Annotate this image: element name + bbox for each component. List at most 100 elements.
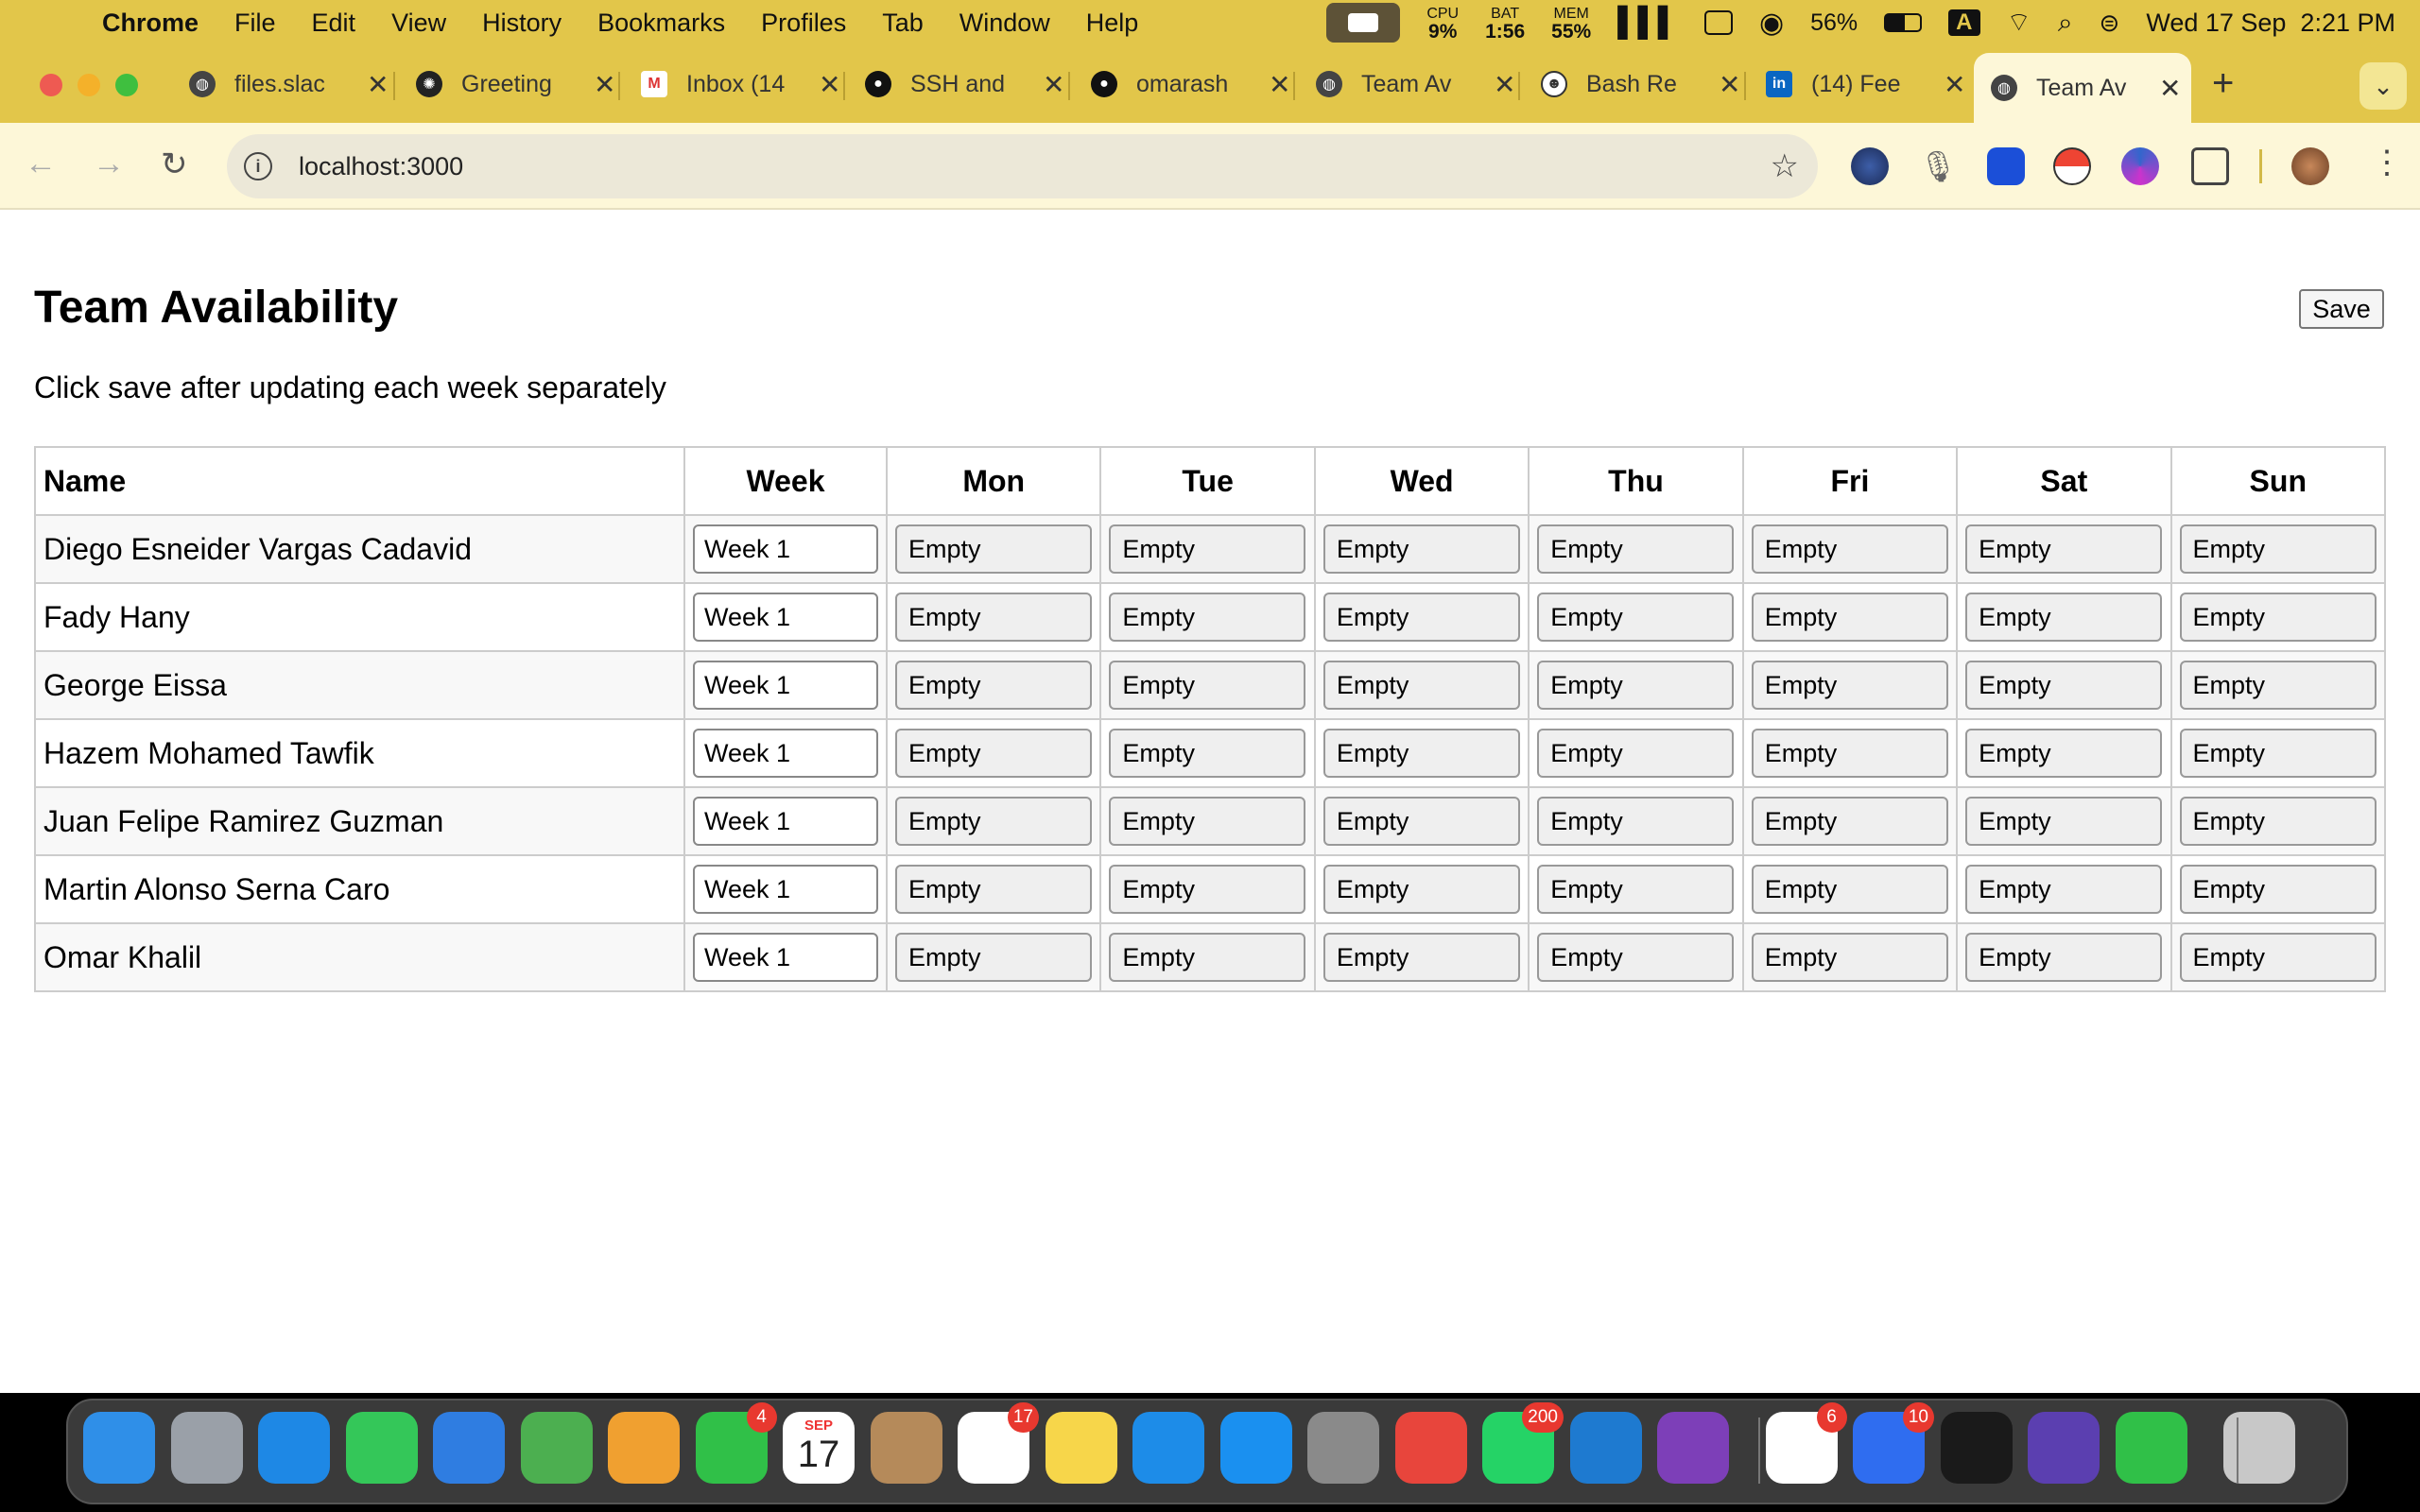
thu-availability-button[interactable]: Empty	[1537, 661, 1735, 710]
memory-stat[interactable]: MEM 55%	[1551, 5, 1591, 42]
thu-availability-button[interactable]: Empty	[1537, 729, 1735, 778]
tue-availability-button[interactable]: Empty	[1109, 933, 1306, 982]
week-input[interactable]	[693, 933, 878, 982]
url-text[interactable]: localhost:3000	[299, 152, 463, 181]
tue-availability-button[interactable]: Empty	[1109, 865, 1306, 914]
sun-availability-button[interactable]: Empty	[2179, 797, 2377, 846]
profile-avatar[interactable]	[2291, 147, 2329, 185]
menu-help[interactable]: Help	[1086, 9, 1139, 38]
fri-availability-button[interactable]: Empty	[1751, 524, 1948, 574]
chrome-menu-icon[interactable]: ⋮	[2371, 144, 2403, 181]
mail-dock-icon[interactable]	[433, 1412, 505, 1484]
mon-availability-button[interactable]: Empty	[895, 865, 1092, 914]
terminal-dock-icon[interactable]	[1940, 1412, 2013, 1484]
tue-availability-button[interactable]: Empty	[1109, 661, 1306, 710]
wed-availability-button[interactable]: Empty	[1322, 661, 1520, 710]
thu-availability-button[interactable]: Empty	[1537, 797, 1735, 846]
wed-availability-button[interactable]: Empty	[1322, 524, 1520, 574]
battery-percent[interactable]: 56%	[1810, 9, 1858, 37]
back-icon[interactable]: ←	[25, 146, 57, 182]
thu-availability-button[interactable]: Empty	[1537, 933, 1735, 982]
battery-time-stat[interactable]: BAT 1:56	[1485, 5, 1525, 42]
camera-indicator-icon[interactable]	[1326, 3, 1401, 43]
tab-team-availability-1[interactable]: ◍ Team Av ✕	[1316, 53, 1515, 115]
cpu-stat[interactable]: CPU 9%	[1426, 5, 1459, 42]
menu-bookmarks[interactable]: Bookmarks	[597, 9, 725, 38]
menu-file[interactable]: File	[234, 9, 276, 38]
control-center-icon[interactable]: ⊜	[2100, 9, 2120, 38]
fri-availability-button[interactable]: Empty	[1751, 729, 1948, 778]
messages-dock-icon[interactable]	[345, 1412, 418, 1484]
trash-dock-icon[interactable]	[2223, 1412, 2295, 1484]
menu-edit[interactable]: Edit	[312, 9, 356, 38]
menu-history[interactable]: History	[482, 9, 562, 38]
calendar-dock-icon[interactable]: SEP 17	[783, 1412, 855, 1484]
display-icon[interactable]	[1703, 10, 1733, 35]
close-tab-icon[interactable]: ✕	[1043, 69, 1064, 100]
wed-availability-button[interactable]: Empty	[1322, 797, 1520, 846]
close-tab-icon[interactable]: ✕	[367, 69, 389, 100]
battery-icon[interactable]	[1884, 13, 1923, 32]
sat-availability-button[interactable]: Empty	[1965, 933, 2163, 982]
menu-view[interactable]: View	[391, 9, 446, 38]
safari-dock-icon[interactable]	[258, 1412, 330, 1484]
wed-availability-button[interactable]: Empty	[1322, 729, 1520, 778]
extension-pokeball-icon[interactable]	[2053, 147, 2091, 185]
mon-availability-button[interactable]: Empty	[895, 933, 1092, 982]
mon-availability-button[interactable]: Empty	[895, 593, 1092, 642]
week-input[interactable]	[693, 661, 878, 710]
close-tab-icon[interactable]: ✕	[1269, 69, 1290, 100]
menu-tab[interactable]: Tab	[882, 9, 924, 38]
app-store-dock-icon[interactable]	[1219, 1412, 1292, 1484]
menu-profiles[interactable]: Profiles	[761, 9, 846, 38]
reload-icon[interactable]: ↻	[161, 146, 188, 183]
chrome-dock-icon[interactable]	[1394, 1412, 1467, 1484]
sun-availability-button[interactable]: Empty	[2179, 524, 2377, 574]
close-tab-icon[interactable]: ✕	[819, 69, 840, 100]
tab-greeting[interactable]: ✺ Greeting ✕	[416, 53, 615, 115]
fri-availability-button[interactable]: Empty	[1751, 661, 1948, 710]
extension-colorful-icon[interactable]	[2121, 147, 2159, 185]
menu-app-name[interactable]: Chrome	[102, 9, 199, 38]
forward-icon[interactable]: →	[93, 146, 125, 182]
fri-availability-button[interactable]: Empty	[1751, 865, 1948, 914]
contacts-dock-icon[interactable]	[870, 1412, 942, 1484]
tue-availability-button[interactable]: Empty	[1109, 593, 1306, 642]
sat-availability-button[interactable]: Empty	[1965, 661, 2163, 710]
mon-availability-button[interactable]: Empty	[895, 524, 1092, 574]
close-tab-icon[interactable]: ✕	[1719, 69, 1740, 100]
sun-availability-button[interactable]: Empty	[2179, 661, 2377, 710]
close-tab-icon[interactable]: ✕	[1944, 69, 1965, 100]
wed-availability-button[interactable]: Empty	[1322, 933, 1520, 982]
mon-availability-button[interactable]: Empty	[895, 729, 1092, 778]
system-settings-dock-icon[interactable]	[1307, 1412, 1379, 1484]
site-info-icon[interactable]: i	[244, 152, 272, 180]
tab-omarash[interactable]: ● omarash ✕	[1091, 53, 1290, 115]
close-tab-icon[interactable]: ✕	[1494, 69, 1515, 100]
window-minimize-button[interactable]	[78, 74, 100, 96]
tue-availability-button[interactable]: Empty	[1109, 729, 1306, 778]
facetime-dock-icon[interactable]: 4	[695, 1402, 777, 1484]
fri-availability-button[interactable]: Empty	[1751, 933, 1948, 982]
address-bar[interactable]: i localhost:3000 ☆	[227, 134, 1818, 198]
tab-inbox[interactable]: M Inbox (14 ✕	[641, 53, 840, 115]
tue-availability-button[interactable]: Empty	[1109, 797, 1306, 846]
notes-dock-icon[interactable]	[1045, 1412, 1117, 1484]
sun-availability-button[interactable]: Empty	[2179, 933, 2377, 982]
mon-availability-button[interactable]: Empty	[895, 797, 1092, 846]
thu-availability-button[interactable]: Empty	[1537, 524, 1735, 574]
clock-datetime[interactable]: Wed 17 Sep 2:21 PM	[2146, 9, 2395, 38]
tab-team-availability-active[interactable]: ◍ Team Av ✕	[1974, 53, 2191, 123]
tue-availability-button[interactable]: Empty	[1109, 524, 1306, 574]
slack-dock-icon[interactable]: 6	[1765, 1402, 1847, 1484]
whatsapp-dock-icon[interactable]: 200	[1482, 1402, 1564, 1484]
launchpad-dock-icon[interactable]	[170, 1412, 243, 1484]
week-input[interactable]	[693, 729, 878, 778]
new-tab-button[interactable]: +	[2212, 62, 2234, 105]
menu-window[interactable]: Window	[959, 9, 1050, 38]
extension-blue-icon[interactable]	[1987, 147, 2025, 185]
week-input[interactable]	[693, 797, 878, 846]
close-tab-icon[interactable]: ✕	[2159, 73, 2181, 104]
extension-circle-icon[interactable]	[1851, 147, 1889, 185]
maps-dock-icon[interactable]	[520, 1412, 593, 1484]
